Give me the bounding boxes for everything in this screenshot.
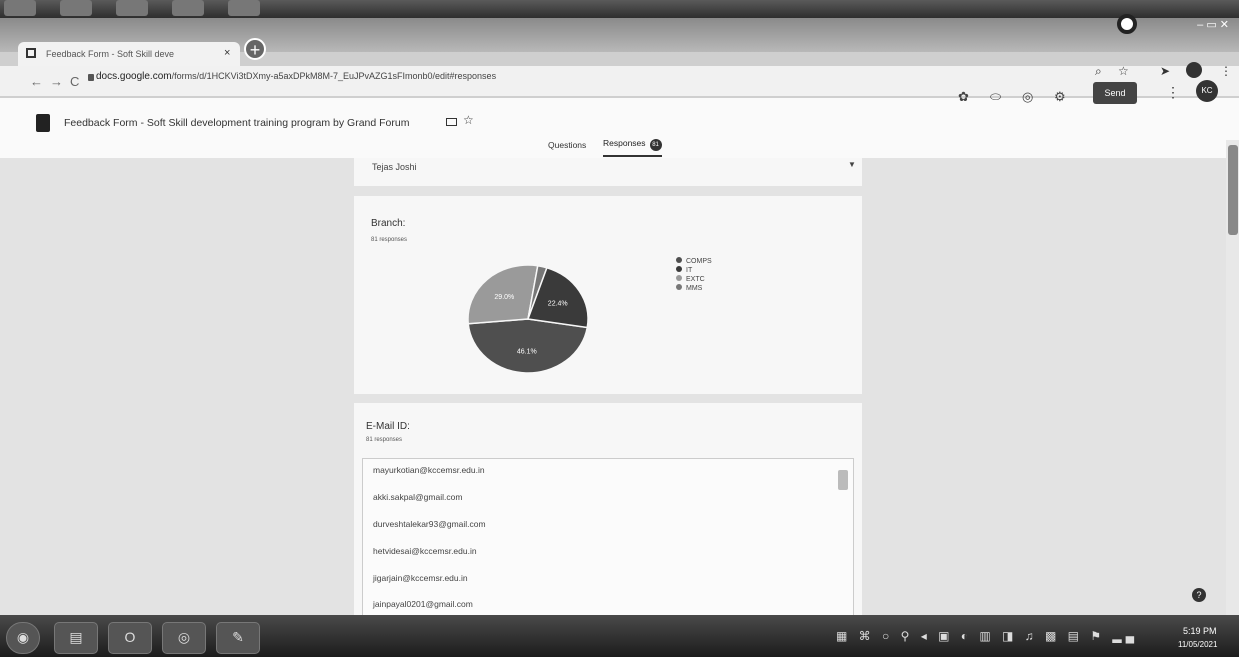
preview-eye-icon[interactable]: ◎: [1022, 89, 1033, 105]
name-dropdown-value[interactable]: Tejas Joshi: [372, 162, 417, 172]
reload-icon[interactable]: C: [70, 74, 79, 89]
window-controls[interactable]: – ▭ ✕: [1115, 18, 1239, 34]
question-title: E-Mail ID:: [366, 421, 410, 432]
legend-item-extc: EXTC: [676, 275, 712, 284]
customize-theme-icon[interactable]: ✿: [958, 89, 969, 105]
list-item: hetvidesai@kccemsr.edu.in: [373, 546, 477, 556]
new-tab-button[interactable]: +: [244, 38, 266, 60]
editor-icon: ✎: [232, 629, 244, 645]
pie-slice-label: 29.0%: [494, 294, 514, 301]
taskbar-app-icon[interactable]: [228, 0, 260, 16]
list-item: durveshtalekar93@gmail.com: [373, 519, 486, 529]
zoom-search-icon[interactable]: ⌕: [1095, 64, 1102, 79]
legend-label: EXTC: [686, 276, 705, 283]
close-tab-icon[interactable]: ×: [224, 47, 230, 59]
taskbar-explorer[interactable]: ▤: [54, 622, 98, 654]
legend-swatch: [676, 284, 682, 290]
addon-icon[interactable]: ⬭: [990, 89, 1001, 105]
back-icon[interactable]: ←: [30, 74, 43, 89]
chrome-icon: ◎: [177, 629, 191, 645]
tab-questions[interactable]: Questions: [548, 140, 586, 150]
tab-responses-label: Responses: [603, 138, 646, 148]
taskbar-app-icon[interactable]: [4, 0, 36, 16]
tab-title: Feedback Form - Soft Skill deve: [46, 49, 175, 59]
help-icon[interactable]: ?: [1192, 588, 1206, 602]
dropdown-arrow-icon[interactable]: ▼: [848, 160, 856, 169]
lock-icon: [88, 74, 94, 81]
start-button[interactable]: ◉: [6, 622, 40, 654]
email-response-list[interactable]: mayurkotian@kccemsr.edu.in akki.sakpal@g…: [362, 458, 854, 617]
page-scroll-thumb[interactable]: [1228, 145, 1238, 235]
forward-icon[interactable]: →: [50, 74, 63, 89]
taskbar-app-icon[interactable]: [60, 0, 92, 16]
star-icon[interactable]: ☆: [463, 113, 474, 127]
opera-icon: O: [124, 629, 136, 645]
system-tray-icons[interactable]: ▦ ⌘ ○ ⚲ ◂ ▣ ◐ ▥ ◨ ♫ ▩ ▤ ⚑ ▂▄: [836, 629, 1138, 643]
windows-logo-icon: ◉: [16, 629, 30, 645]
taskbar-opera[interactable]: O: [108, 622, 152, 654]
clock-date[interactable]: 11/05/2021: [1178, 640, 1217, 649]
pie-slice-comps[interactable]: [467, 318, 589, 374]
branch-pie-chart: 46.1% 29.0% 22.4%: [467, 264, 589, 374]
chart-legend: COMPS IT EXTC MMS: [676, 257, 712, 293]
taskbar-app-icon[interactable]: [172, 0, 204, 16]
legend-swatch: [676, 257, 682, 263]
legend-label: MMS: [686, 285, 703, 292]
extension-icon[interactable]: ➤: [1160, 64, 1170, 78]
legend-swatch: [676, 266, 682, 272]
more-options-icon[interactable]: ⋮: [1166, 84, 1180, 101]
bookmark-star-icon[interactable]: ☆: [1118, 64, 1129, 78]
url-field[interactable]: docs.google.com/forms/d/1HCKVi3tDXmy-a5a…: [96, 71, 496, 82]
response-count: 81 responses: [366, 437, 403, 443]
send-button[interactable]: Send: [1093, 82, 1137, 104]
legend-item-it: IT: [676, 266, 712, 275]
taskbar-editor[interactable]: ✎: [216, 622, 260, 654]
os-top-strip: [0, 0, 1239, 18]
list-item: jigarjain@kccemsr.edu.in: [373, 573, 468, 583]
tab-responses[interactable]: Responses 81: [603, 138, 662, 157]
clock-time[interactable]: 5:19 PM: [1183, 626, 1217, 636]
forms-favicon-icon: [26, 48, 36, 58]
legend-item-comps: COMPS: [676, 257, 712, 266]
legend-label: IT: [686, 267, 693, 274]
pie-slice-label: 22.4%: [548, 301, 568, 308]
response-count: 81 responses: [371, 237, 408, 243]
browser-tab[interactable]: Feedback Form - Soft Skill deve ×: [18, 42, 240, 66]
name-summary-card: [354, 158, 862, 186]
list-item: akki.sakpal@gmail.com: [373, 492, 463, 502]
avatar[interactable]: KC: [1196, 80, 1218, 102]
branch-summary-card: [354, 196, 862, 394]
legend-swatch: [676, 275, 682, 281]
taskbar-chrome[interactable]: ◎: [162, 622, 206, 654]
folder-icon: ▤: [69, 629, 83, 645]
url-domain: docs.google.com: [96, 71, 172, 82]
question-title: Branch:: [371, 218, 406, 229]
url-path: /forms/d/1HCKVi3tDXmy-a5axDPkM8M-7_EuJPv…: [171, 71, 497, 81]
legend-item-mms: MMS: [676, 284, 712, 293]
email-list-scroll-thumb[interactable]: [838, 470, 848, 490]
forms-document-icon[interactable]: [36, 114, 50, 132]
taskbar-app-icon[interactable]: [116, 0, 148, 16]
form-title[interactable]: Feedback Form - Soft Skill development t…: [64, 117, 409, 129]
settings-gear-icon[interactable]: ⚙: [1054, 89, 1066, 105]
responses-count-badge: 81: [649, 139, 662, 151]
browser-menu-icon[interactable]: ⋮: [1220, 64, 1232, 78]
browser-profile-avatar[interactable]: [1186, 62, 1202, 78]
list-item: mayurkotian@kccemsr.edu.in: [373, 465, 485, 475]
move-to-folder-icon[interactable]: [446, 118, 457, 126]
pie-slice-label: 46.1%: [517, 348, 537, 355]
list-item: jainpayal0201@gmail.com: [373, 599, 473, 609]
legend-label: COMPS: [686, 258, 712, 265]
